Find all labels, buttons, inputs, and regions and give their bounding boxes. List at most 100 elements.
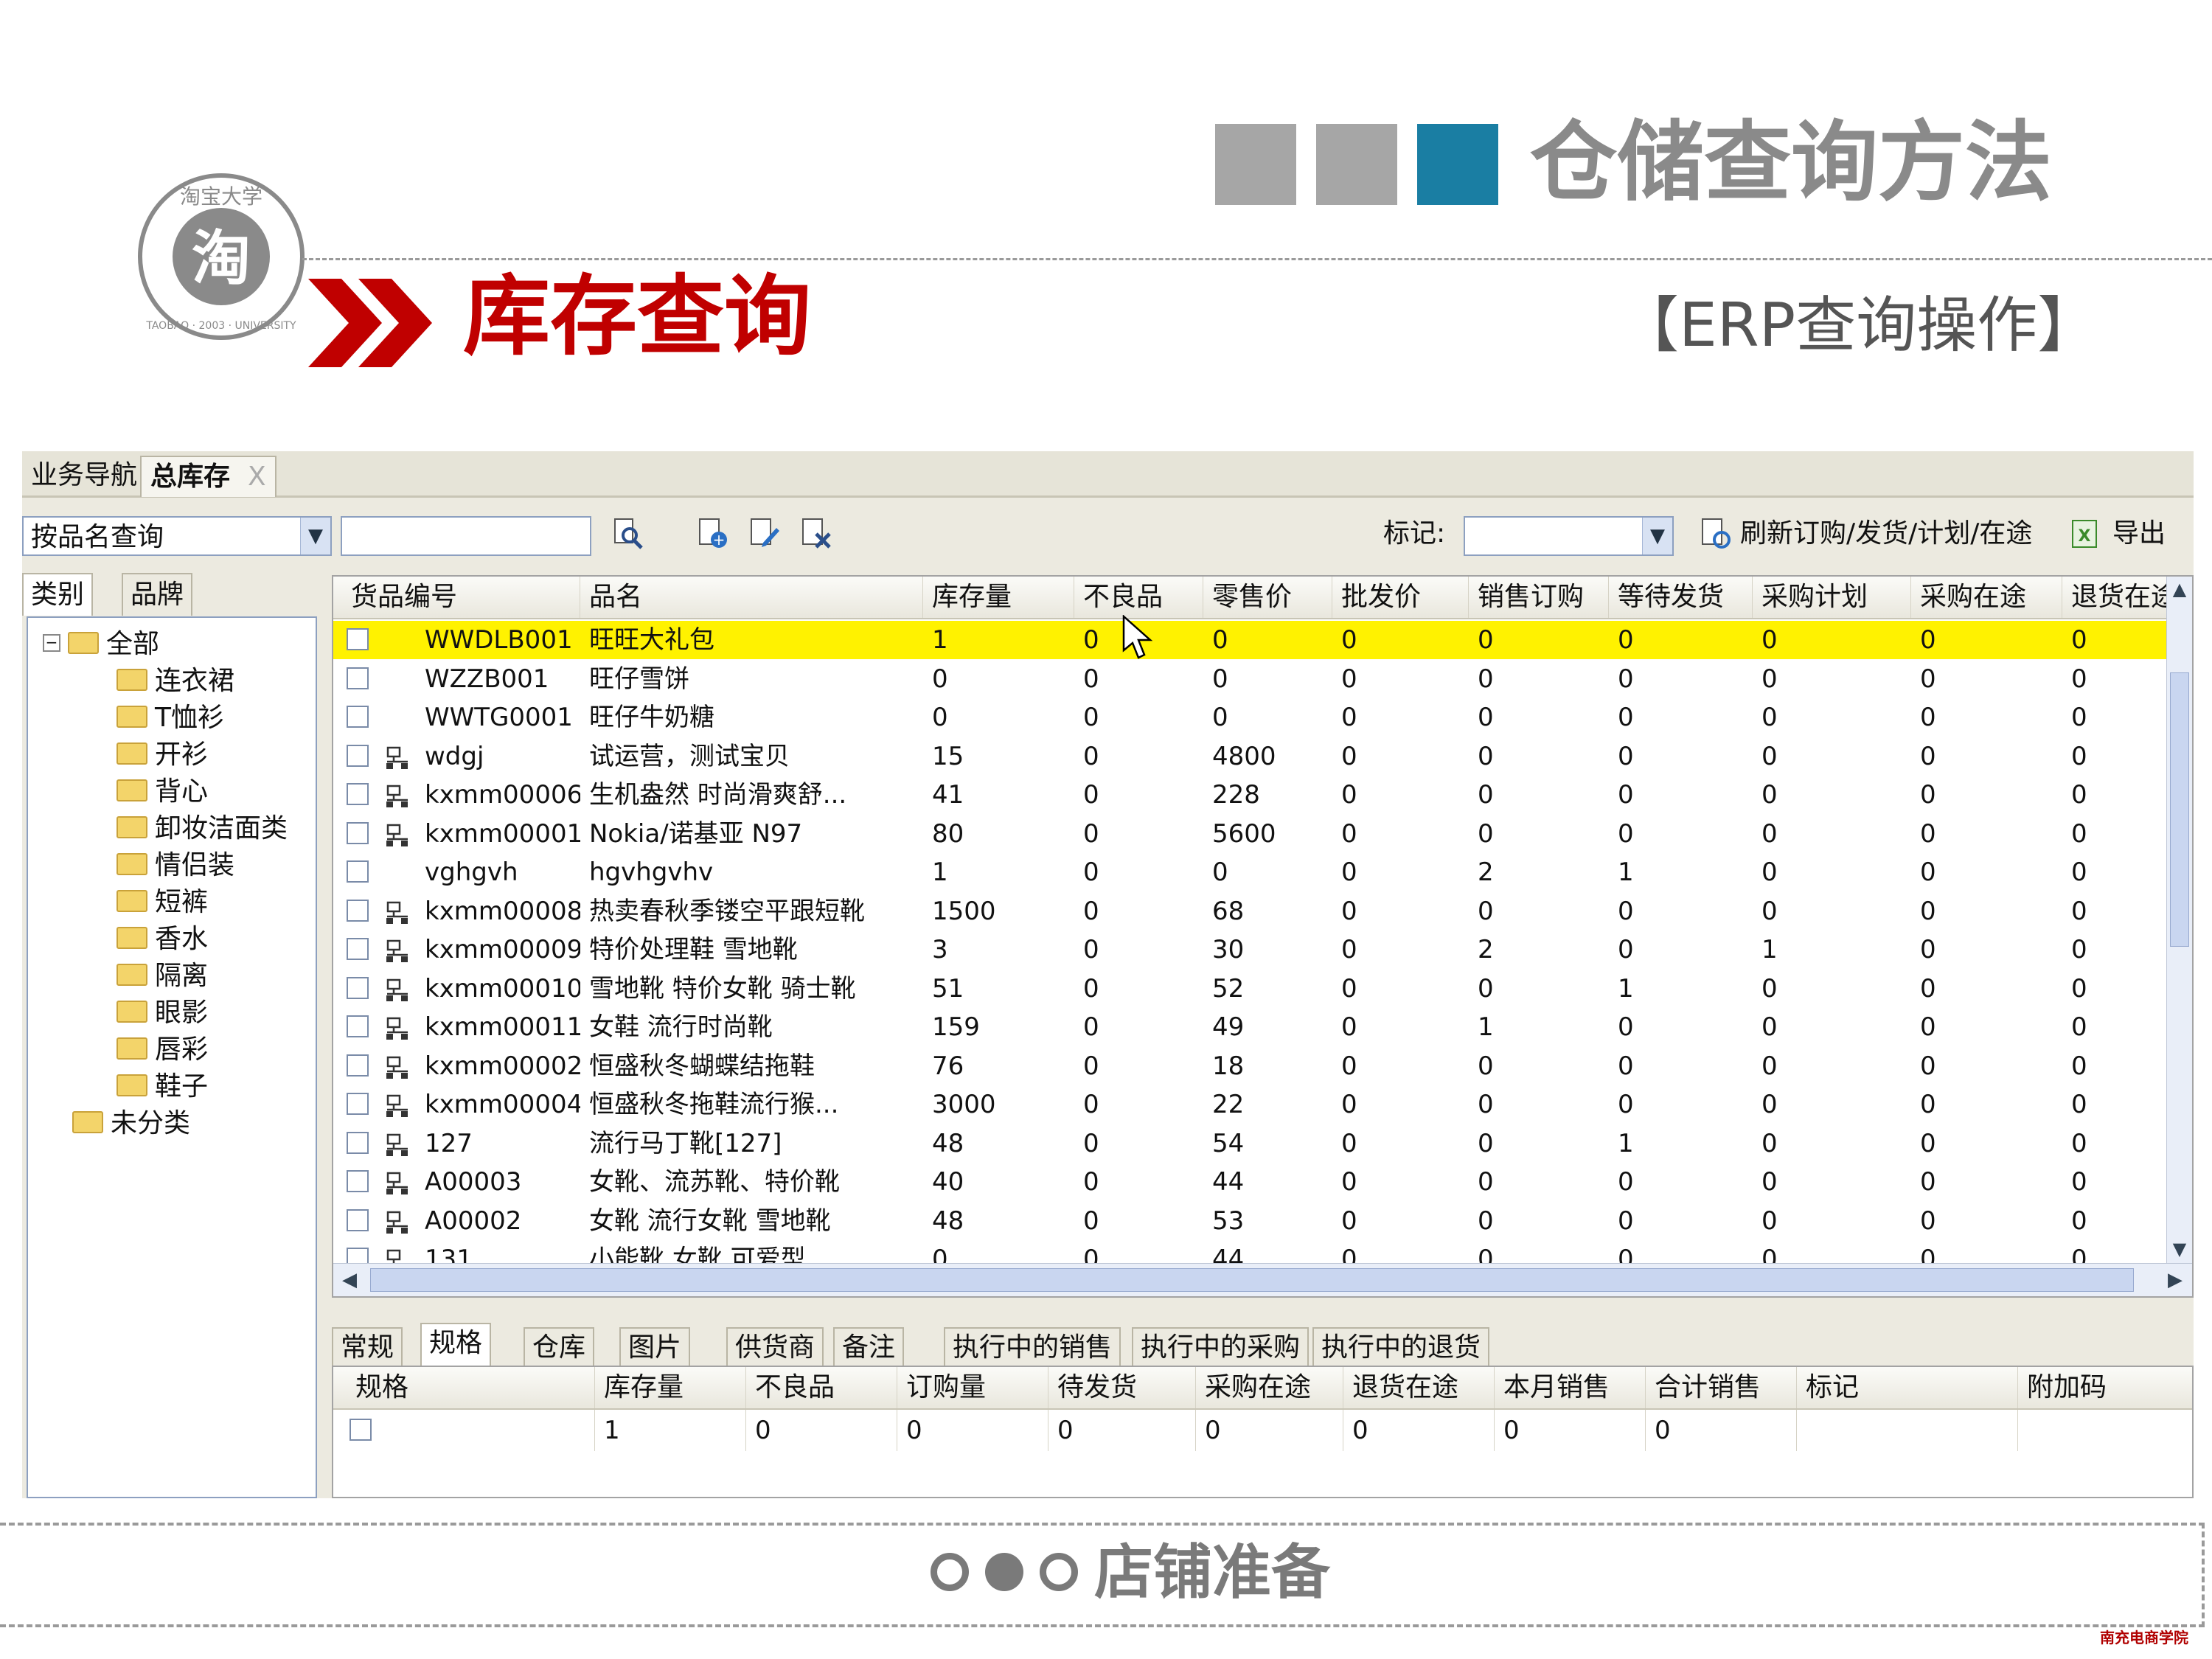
detail-tab[interactable]: 供货商 [726,1327,824,1367]
tree-item-category[interactable]: 开衫 [116,737,208,773]
export-button[interactable]: 导出 [2112,512,2166,556]
table-row[interactable]: WZZB001 旺仔雪饼 0 0 0 0 0 0 0 0 0 [333,660,2192,698]
scroll-up-icon[interactable]: ▲ [2167,577,2192,602]
mark-select[interactable]: ▼ [1464,516,1674,556]
table-row[interactable]: kxmm00010 雪地靴 特价女靴 骑士靴 51 0 52 0 0 1 0 0 0 [333,970,2192,1008]
row-checkbox[interactable] [347,744,369,767]
row-checkbox[interactable] [347,783,369,805]
row-checkbox[interactable] [347,628,369,650]
detail-column-header[interactable]: 合计销售 [1646,1367,1797,1408]
table-row[interactable]: kxmm00002 恒盛秋冬蝴蝶结拖鞋 76 0 18 0 0 0 0 0 0 [333,1047,2192,1085]
tab-category[interactable]: 类别 [22,573,94,616]
detail-row-checkbox[interactable] [349,1419,372,1441]
search-input[interactable] [341,516,591,556]
detail-tab[interactable]: 备注 [833,1327,905,1367]
column-header[interactable]: 零售价 [1203,577,1332,618]
column-header[interactable]: 等待发货 [1609,577,1753,618]
row-checkbox[interactable] [347,1131,369,1154]
table-row[interactable]: A00002 女靴 流行女靴 雪地靴 48 0 53 0 0 0 0 0 0 [333,1202,2192,1240]
tab-total-inventory[interactable]: 总库存 X [140,456,276,497]
detail-tab[interactable]: 执行中的销售 [944,1327,1121,1367]
column-header[interactable]: 库存量 [923,577,1074,618]
detail-tab[interactable]: 规格 [420,1323,492,1367]
detail-column-header[interactable]: 本月销售 [1495,1367,1646,1408]
tree-item-category[interactable]: 卸妆洁面类 [116,811,288,846]
tab-brand[interactable]: 品牌 [122,573,193,616]
detail-tab[interactable]: 执行中的采购 [1132,1327,1310,1367]
table-row[interactable]: kxmm00011 女鞋 流行时尚靴 159 0 49 0 1 0 0 0 0 [333,1008,2192,1046]
column-header[interactable]: 采购在途 [1911,577,2062,618]
row-checkbox[interactable] [347,1208,369,1231]
row-checkbox[interactable] [347,821,369,844]
collapse-icon[interactable]: − [43,634,60,652]
table-row[interactable]: kxmm00008 热卖春秋季镂空平跟短靴 1500 0 68 0 0 0 0 0 0 [333,892,2192,931]
detail-column-header[interactable]: 不良品 [746,1367,897,1408]
column-header[interactable]: 品名 [580,577,923,618]
table-row[interactable]: 127 流行马丁靴[127] 48 0 54 0 0 1 0 0 0 [333,1124,2192,1163]
edit-doc-icon[interactable] [748,518,781,550]
row-checkbox[interactable] [347,938,369,960]
detail-column-header[interactable]: 规格 [333,1367,595,1408]
tree-item-category[interactable]: 眼影 [116,995,208,1031]
detail-tab[interactable]: 仓库 [524,1327,595,1367]
table-row[interactable]: vghgvh hgvhgvhv 1 0 0 0 2 1 0 0 0 [333,853,2192,891]
scroll-left-icon[interactable]: ◀ [336,1267,363,1293]
column-header[interactable]: 批发价 [1332,577,1469,618]
tree-item-category[interactable]: T恤衫 [116,700,224,736]
chevron-down-icon[interactable]: ▼ [1642,518,1672,554]
scroll-right-icon[interactable]: ▶ [2162,1267,2188,1293]
detail-tab[interactable]: 执行中的退货 [1312,1327,1490,1367]
column-header[interactable]: 销售订购 [1469,577,1609,618]
table-row[interactable]: kxmm00006 生机盎然 时尚滑爽舒... 41 0 228 0 0 0 0 0 0 [333,776,2192,814]
table-row[interactable]: kxmm00009 特价处理鞋 雪地靴 3 0 30 0 2 0 1 0 0 [333,931,2192,969]
column-header[interactable]: 货品编号 [333,577,580,618]
tree-item-category[interactable]: 香水 [116,922,208,957]
scroll-down-icon[interactable]: ▼ [2167,1237,2192,1262]
row-checkbox[interactable] [347,1093,369,1115]
detail-column-header[interactable]: 附加码 [2018,1367,2194,1408]
row-checkbox[interactable] [347,860,369,883]
horizontal-scrollbar[interactable]: ◀ ▶ [333,1263,2192,1296]
detail-column-header[interactable]: 订购量 [897,1367,1048,1408]
tree-item-category[interactable]: 短裤 [116,885,208,920]
search-icon[interactable] [612,518,644,550]
tree-item-category[interactable]: 唇彩 [116,1032,208,1068]
tab-business-nav[interactable]: 业务导航 [22,456,146,495]
export-excel-icon[interactable]: X [2068,518,2101,550]
chevron-down-icon[interactable]: ▼ [300,518,330,554]
tree-item-category[interactable]: 背心 [116,774,208,810]
table-row[interactable]: kxmm00004 恒盛秋冬拖鞋流行猴... 3000 0 22 0 0 0 0 0 0 [333,1085,2192,1124]
scroll-thumb[interactable] [2170,672,2189,947]
tree-item-category[interactable]: 情侣装 [116,848,234,883]
table-row[interactable]: A00003 女靴、流苏靴、特价靴 40 0 44 0 0 0 0 0 0 [333,1163,2192,1201]
row-checkbox[interactable] [347,899,369,922]
column-header[interactable]: 不良品 [1074,577,1203,618]
row-checkbox[interactable] [347,1015,369,1037]
detail-tab[interactable]: 图片 [619,1327,691,1367]
row-checkbox[interactable] [347,667,369,689]
delete-doc-icon[interactable] [800,518,832,550]
detail-column-header[interactable]: 待发货 [1048,1367,1196,1408]
vertical-scrollbar[interactable]: ▲ ▼ [2166,577,2192,1266]
detail-column-header[interactable]: 库存量 [595,1367,746,1408]
row-checkbox[interactable] [347,706,369,728]
detail-column-header[interactable]: 退货在途 [1343,1367,1495,1408]
close-icon[interactable]: X [248,462,266,492]
tree-item-category[interactable]: 连衣裙 [116,664,234,699]
refresh-button[interactable]: 刷新订购/发货/计划/在途 [1740,512,2032,556]
table-row[interactable]: WWTG0001 旺仔牛奶糖 0 0 0 0 0 0 0 0 0 [333,698,2192,737]
table-row[interactable]: wdgj 试运营，测试宝贝 15 0 4800 0 0 0 0 0 0 [333,737,2192,776]
scroll-thumb[interactable] [370,1268,2134,1292]
tree-item-all[interactable]: − 全部 [43,627,159,662]
table-row[interactable]: kxmm00001 Nokia/诺基亚 N97 80 0 5600 0 0 0 0 0 0 [333,815,2192,853]
detail-column-header[interactable]: 标记 [1797,1367,2018,1408]
tree-item-uncategorized[interactable]: 未分类 [72,1106,190,1141]
refresh-doc-icon[interactable] [1700,518,1732,550]
detail-tab[interactable]: 常规 [332,1327,403,1367]
query-mode-select[interactable]: 按品名查询 ▼ [22,516,332,556]
column-header[interactable]: 采购计划 [1753,577,1911,618]
detail-column-header[interactable]: 采购在途 [1196,1367,1343,1408]
table-row[interactable]: WWDLB001 旺旺大礼包 1 0 0 0 0 0 0 0 0 [333,621,2192,659]
row-checkbox[interactable] [347,1170,369,1192]
tree-item-category[interactable]: 隔离 [116,959,208,994]
